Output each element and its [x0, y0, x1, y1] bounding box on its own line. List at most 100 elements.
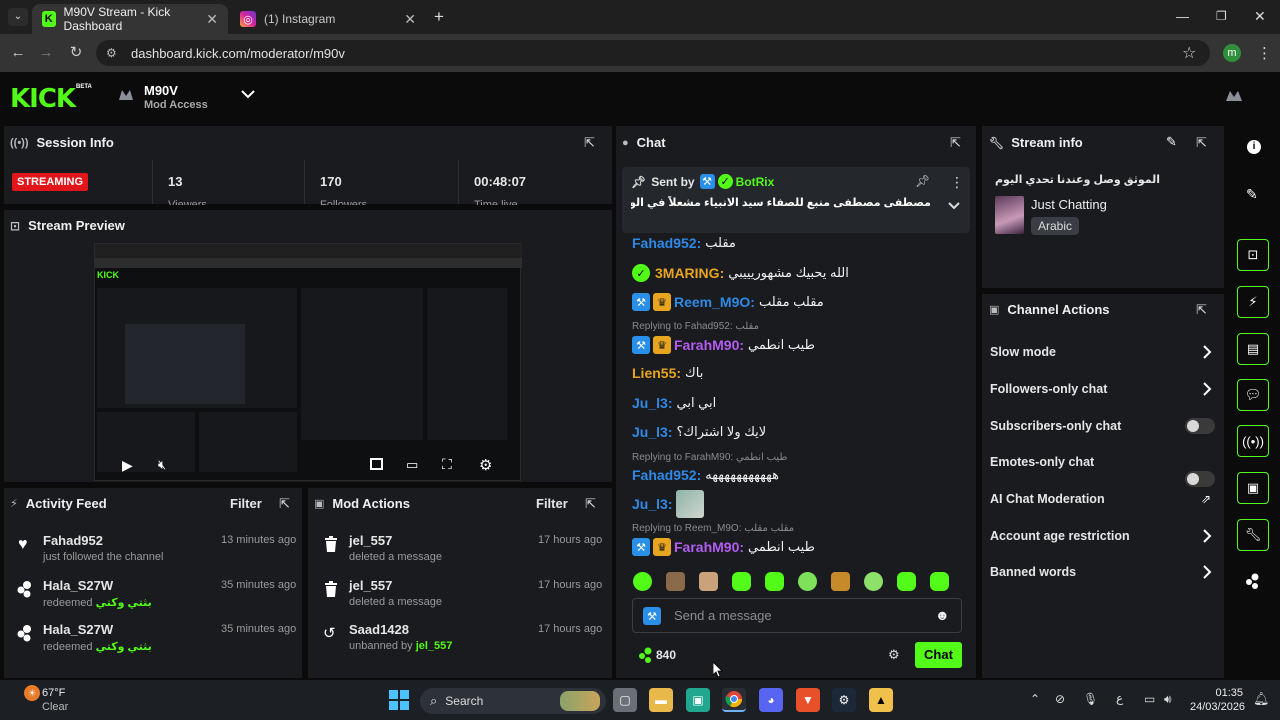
- url-text[interactable]: dashboard.kick.com/moderator/m90v: [131, 46, 345, 61]
- mod-action-user[interactable]: jel_557: [349, 578, 392, 593]
- mod-actions-toggle-icon[interactable]: ▣: [1237, 472, 1269, 504]
- play-icon[interactable]: ▶: [122, 457, 133, 474]
- kick-points-icon[interactable]: [638, 647, 654, 663]
- reply-context[interactable]: Replying to FarahM90: طيب انطمي: [632, 452, 787, 463]
- activity-filter-button[interactable]: Filter: [230, 496, 262, 511]
- emote-icon[interactable]: [732, 572, 751, 591]
- chat-message[interactable]: Ju_l3 : ابي ابي: [632, 395, 716, 411]
- send-chat-button[interactable]: Chat: [915, 642, 962, 668]
- input-language[interactable]: ع: [1116, 691, 1123, 705]
- fullscreen-icon[interactable]: ⛶: [442, 456, 452, 473]
- taskbar-search[interactable]: ⌕ Search: [420, 688, 606, 714]
- chevron-right-icon[interactable]: [1202, 565, 1212, 579]
- notes-toggle-icon[interactable]: ▤: [1237, 333, 1269, 365]
- pinned-bot-name[interactable]: BotRix: [736, 175, 775, 189]
- chat-toggle-icon[interactable]: 💬︎: [1237, 379, 1269, 411]
- emote-icon[interactable]: [897, 572, 916, 591]
- chat-message[interactable]: Fahad952 : مقلب: [632, 235, 736, 251]
- chat-message[interactable]: Ju_l3 :: [632, 490, 705, 518]
- chevron-right-icon[interactable]: [1202, 345, 1212, 359]
- pip-icon[interactable]: [370, 458, 383, 470]
- app-icon[interactable]: ▲: [869, 688, 893, 712]
- weather-icon[interactable]: ☀: [24, 685, 40, 701]
- file-explorer-icon[interactable]: ▬: [649, 688, 673, 712]
- popout-icon[interactable]: ⇱: [279, 496, 290, 512]
- popout-icon[interactable]: ⇱: [1196, 302, 1207, 318]
- chat-message[interactable]: ⚒ ♛ Reem_M9O : مقلب مقلب: [632, 293, 824, 311]
- emoji-picker-icon[interactable]: ☻: [935, 607, 950, 623]
- mute-icon[interactable]: 🔇︎: [158, 457, 166, 473]
- chat-message[interactable]: Ju_l3 : لايك ولا اشتراك؟: [632, 424, 766, 440]
- kick-points-icon[interactable]: [1245, 573, 1261, 589]
- chat-message[interactable]: ⚒ ♛ FarahM90 : طيب انطمي: [632, 538, 815, 556]
- close-tab-icon[interactable]: ✕: [206, 11, 218, 28]
- emote-icon[interactable]: [930, 572, 949, 591]
- discord-icon[interactable]: ◕: [759, 688, 783, 712]
- display-icon[interactable]: ▭: [1144, 692, 1155, 706]
- mod-actions-filter-button[interactable]: Filter: [536, 496, 568, 511]
- bookmark-star-icon[interactable]: ☆: [1182, 43, 1196, 63]
- minimize-icon[interactable]: —: [1176, 9, 1189, 24]
- external-link-icon[interactable]: ⇗: [1201, 492, 1211, 506]
- emotes-only-toggle[interactable]: [1185, 471, 1215, 487]
- emote-image[interactable]: [676, 490, 705, 518]
- subscribers-only-toggle[interactable]: [1185, 418, 1215, 434]
- chat-message[interactable]: ⚒ ♛ FarahM90 : طيب انطمي: [632, 336, 815, 354]
- network-off-icon[interactable]: ⊘: [1055, 692, 1065, 706]
- tab-search-button[interactable]: ⌄: [8, 8, 28, 26]
- mod-action-user[interactable]: jel_557: [349, 533, 392, 548]
- chat-settings-icon[interactable]: ⚙: [888, 647, 900, 663]
- weather-temp[interactable]: 67°F: [42, 687, 65, 699]
- edit-pencil-icon[interactable]: ✎: [1246, 186, 1258, 203]
- account-age-label[interactable]: Account age restriction: [990, 529, 1130, 543]
- emote-icon[interactable]: [699, 572, 718, 591]
- chat-message[interactable]: Lien55 : باك: [632, 365, 703, 381]
- tray-overflow-icon[interactable]: ⌃: [1030, 692, 1040, 706]
- clock-date[interactable]: 24/03/2026: [1190, 701, 1245, 713]
- chat-username[interactable]: Ju_l3: [632, 496, 668, 512]
- preview-toggle-icon[interactable]: ⊡: [1237, 239, 1269, 271]
- emote-icon[interactable]: [765, 572, 784, 591]
- chat-username[interactable]: Lien55: [632, 365, 676, 381]
- chat-username[interactable]: 3MARING: [655, 265, 720, 281]
- kick-logo[interactable]: KICK: [10, 84, 76, 114]
- activity-user[interactable]: Hala_S27W: [43, 622, 113, 637]
- forward-icon[interactable]: →: [36, 43, 56, 63]
- broadcast-toggle-icon[interactable]: ((•)): [1237, 425, 1269, 457]
- theater-icon[interactable]: ▭: [406, 457, 418, 473]
- task-view-icon[interactable]: ▢: [613, 688, 637, 712]
- reply-context[interactable]: Replying to Reem_M9O: مقلب مقلب: [632, 523, 794, 534]
- close-tab-icon[interactable]: ✕: [404, 11, 416, 28]
- back-icon[interactable]: ←: [8, 43, 28, 63]
- chat-username[interactable]: Reem_M9O: [674, 294, 750, 310]
- expand-chevron-icon[interactable]: [947, 201, 961, 211]
- brave-icon[interactable]: ▼: [796, 688, 820, 712]
- category-thumbnail[interactable]: [995, 196, 1024, 234]
- slow-mode-label[interactable]: Slow mode: [990, 345, 1056, 359]
- chat-input[interactable]: Send a message: [674, 608, 772, 623]
- notifications-icon[interactable]: 🔔︎: [1253, 691, 1270, 707]
- chat-username[interactable]: Fahad952: [632, 467, 697, 483]
- emote-icon[interactable]: [864, 572, 883, 591]
- tab-instagram[interactable]: ◎ (1) Instagram ✕: [230, 4, 426, 34]
- clock-time[interactable]: 01:35: [1195, 687, 1243, 699]
- reply-context[interactable]: Replying to Fahad952: مقلب: [632, 321, 759, 332]
- popout-icon[interactable]: ⇱: [585, 496, 596, 512]
- site-info-icon[interactable]: ⚙: [106, 46, 117, 60]
- chat-username[interactable]: Ju_l3: [632, 395, 668, 411]
- restore-icon[interactable]: ❐: [1216, 9, 1227, 23]
- edit-pencil-icon[interactable]: ✎: [1166, 134, 1177, 150]
- tab-kick-dashboard[interactable]: K M90V Stream - Kick Dashboard ✕: [32, 4, 228, 34]
- activity-user[interactable]: Fahad952: [43, 533, 103, 548]
- close-window-icon[interactable]: ✕: [1254, 8, 1266, 25]
- ai-moderation-label[interactable]: AI Chat Moderation: [990, 492, 1105, 506]
- activity-user[interactable]: Hala_S27W: [43, 578, 113, 593]
- mod-action-user[interactable]: Saad1428: [349, 622, 409, 637]
- popout-icon[interactable]: ⇱: [950, 135, 961, 151]
- unpin-icon[interactable]: 📌︎: [915, 174, 930, 188]
- chrome-icon[interactable]: [722, 688, 746, 712]
- chat-message[interactable]: Fahad952 : هههههههههههه: [632, 467, 779, 483]
- emote-icon[interactable]: [666, 572, 685, 591]
- channel-switcher-chevron-icon[interactable]: [240, 88, 256, 100]
- emote-icon[interactable]: [798, 572, 817, 591]
